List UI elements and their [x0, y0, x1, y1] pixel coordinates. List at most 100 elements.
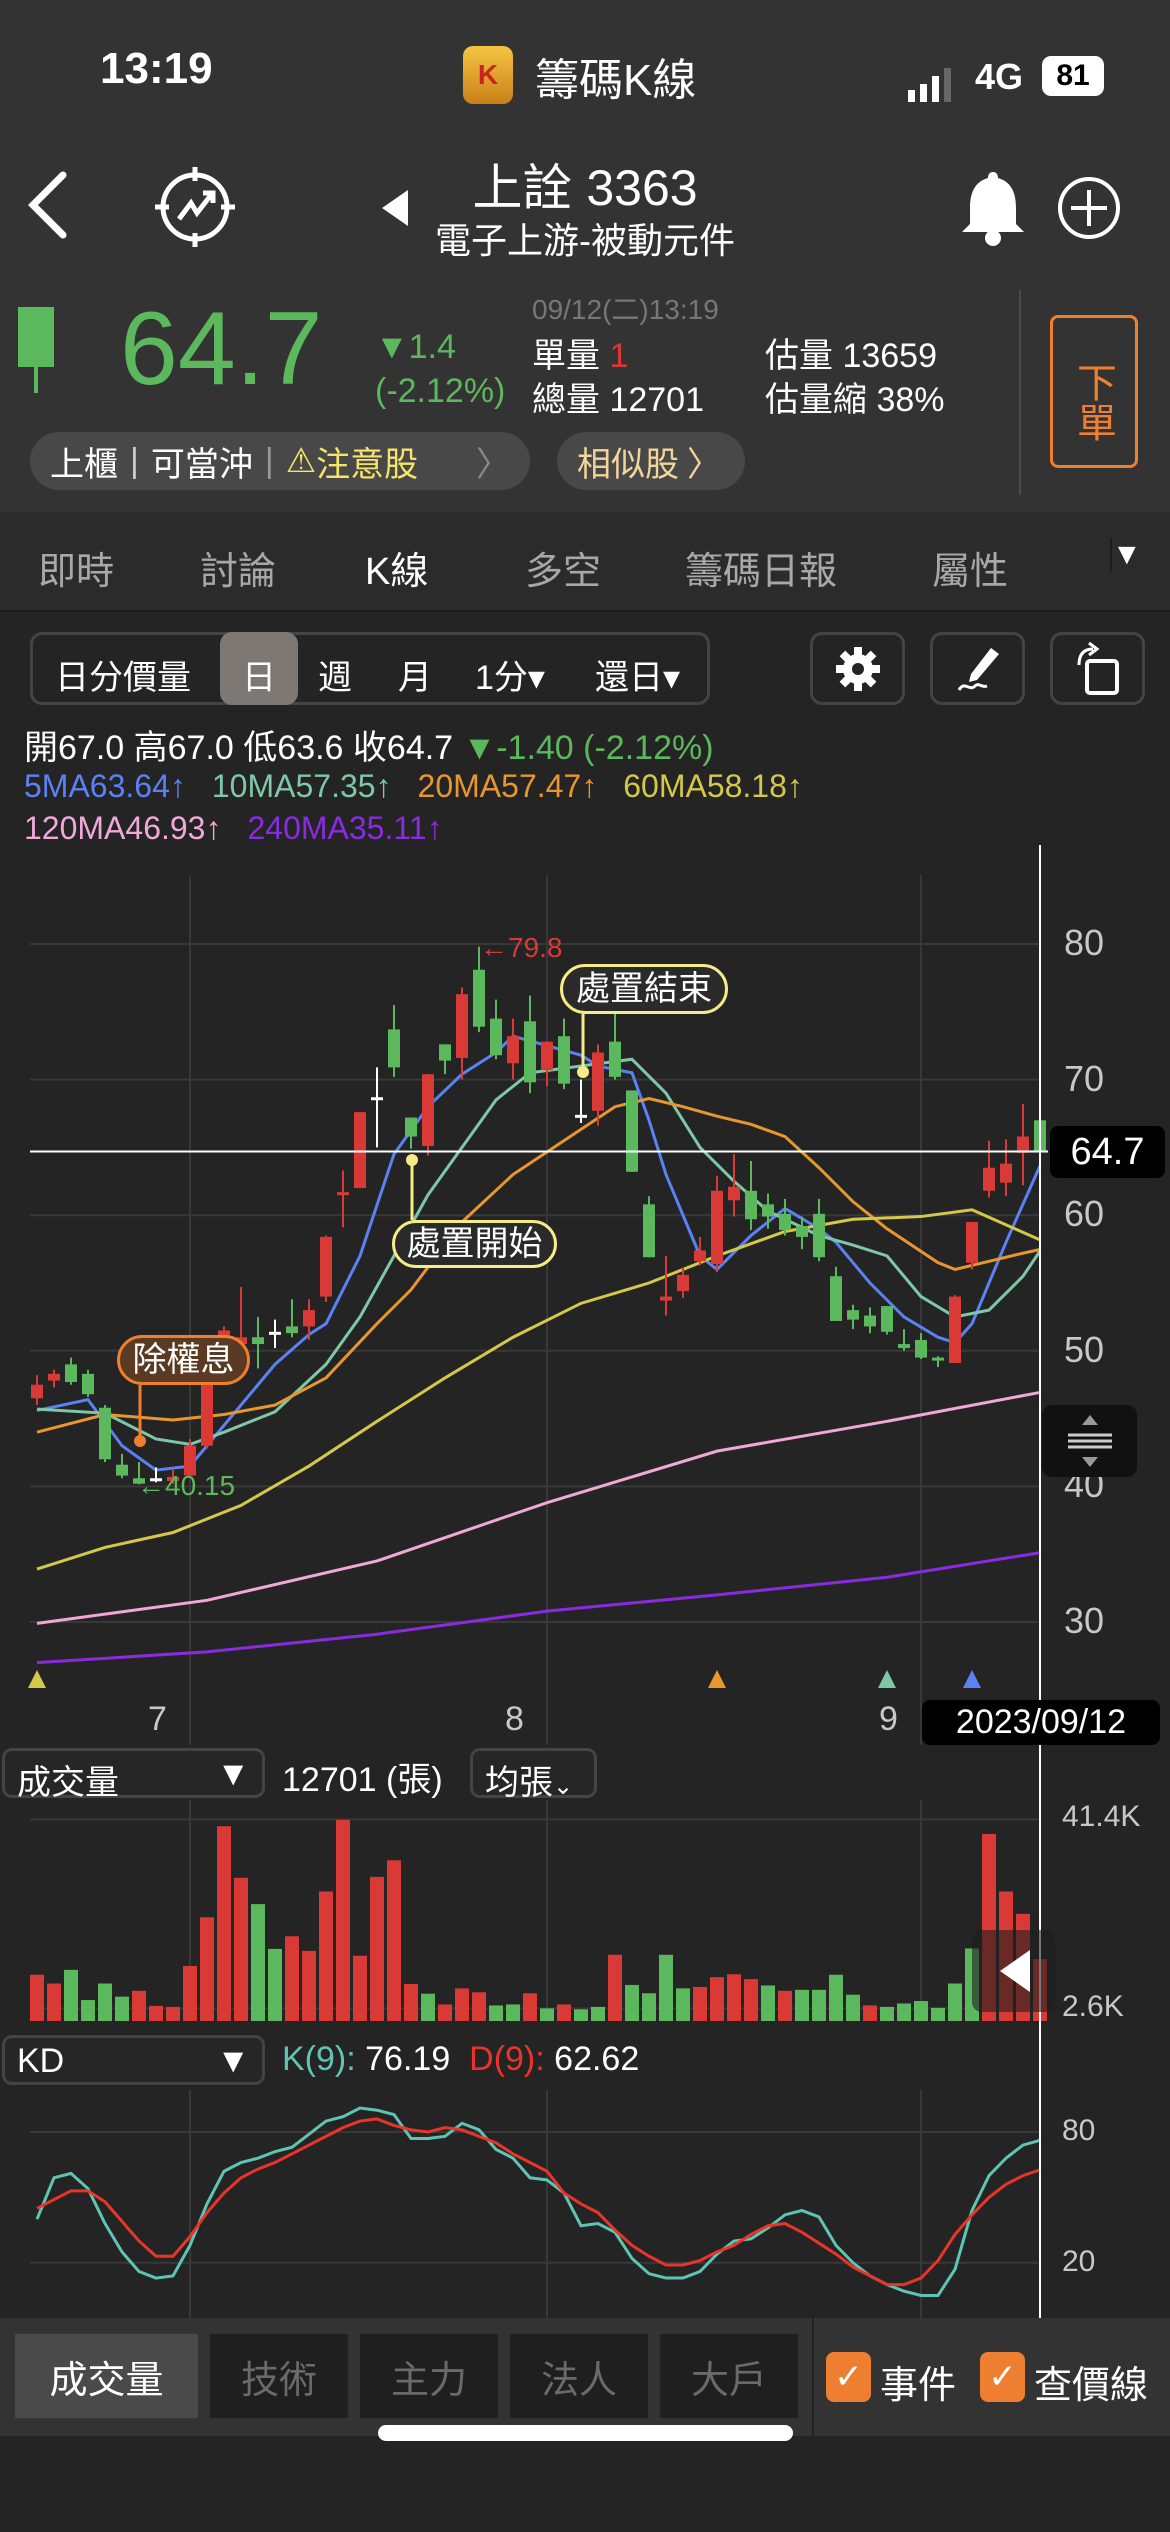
kd-select-label: KD — [17, 2042, 65, 2080]
dispose-end-event[interactable]: 處置結束 — [560, 964, 728, 1014]
kd-indicator-select[interactable]: KD ▼ — [2, 2035, 265, 2085]
scroll-latest-button[interactable] — [972, 1930, 1055, 2012]
volume-bar — [404, 1983, 418, 2021]
candle-body — [371, 1097, 383, 1101]
price-axis-tick: 50 — [1064, 1328, 1105, 1370]
candle-body — [762, 1204, 774, 1217]
volume-bar — [642, 1993, 656, 2021]
candle-body — [405, 1117, 417, 1137]
bottom-tab-major-holders[interactable]: 大戶 — [660, 2334, 798, 2418]
candle-body — [677, 1274, 689, 1292]
candle-body — [320, 1236, 332, 1297]
ma-line-240ma — [36, 1551, 1041, 1665]
check-icon: ✓ — [988, 2358, 1017, 2396]
candle-body — [864, 1315, 876, 1327]
volume-bar — [149, 2005, 163, 2021]
candle-body — [388, 1029, 400, 1068]
panel-resize-handle[interactable] — [1042, 1405, 1137, 1477]
d-value: 62.62 — [554, 2040, 640, 2078]
dispose-start-event[interactable]: 處置開始 — [392, 1220, 557, 1268]
kd-axis-80: 80 — [1062, 2114, 1096, 2147]
event-marker-icon — [878, 1670, 896, 1688]
volume-bar — [421, 1993, 435, 2021]
candle-body — [932, 1357, 944, 1361]
volume-bar — [506, 2004, 520, 2021]
volume-bar — [200, 1917, 214, 2021]
candle-body — [592, 1052, 604, 1111]
volume-bar — [846, 1994, 860, 2021]
k-value: 76.19 — [365, 2040, 451, 2078]
volume-bar — [353, 1955, 367, 2021]
volume-bar — [370, 1876, 384, 2021]
bottom-tab-main-force[interactable]: 主力 — [360, 2334, 498, 2418]
chevron-down-icon: ⌄ — [553, 1773, 574, 1800]
candle-body — [269, 1331, 281, 1335]
candle-body — [575, 1114, 587, 1118]
d-label: D(9): — [469, 2040, 545, 2078]
volume-bar — [302, 1950, 316, 2021]
candle-body — [966, 1221, 978, 1263]
volume-bar — [64, 1969, 78, 2021]
bottom-tab-technical[interactable]: 技術 — [210, 2334, 348, 2418]
candle-body — [456, 994, 468, 1058]
candle-body — [898, 1344, 910, 1349]
candle-body — [830, 1276, 842, 1321]
candle-body — [82, 1373, 94, 1395]
volume-bar — [591, 2006, 605, 2021]
annotation-dot — [406, 1154, 418, 1166]
kline-chart[interactable] — [0, 0, 1170, 2532]
triangle-left-icon — [999, 1950, 1030, 1992]
resize-arrows-icon — [1067, 1415, 1112, 1467]
volume-bar — [659, 1954, 673, 2021]
candle-body — [99, 1407, 111, 1460]
volume-bar — [523, 1993, 537, 2021]
volume-bar — [47, 1983, 61, 2021]
volume-bar — [608, 1954, 622, 2021]
annotation-dot — [577, 1066, 589, 1078]
volume-bar — [574, 2009, 588, 2021]
volume-bar — [438, 2004, 452, 2021]
candle-body — [779, 1213, 791, 1231]
volume-bar — [914, 2001, 928, 2021]
volume-bar — [489, 2005, 503, 2021]
ex-dividend-event[interactable]: 除權息 — [117, 1335, 250, 1385]
candle-body — [558, 1036, 570, 1084]
volume-bar — [897, 2003, 911, 2021]
candle-body — [473, 969, 485, 1027]
bottom-tab-institutional[interactable]: 法人 — [510, 2334, 648, 2418]
k-label: K(9): — [282, 2040, 356, 2078]
candle-body — [643, 1204, 655, 1258]
volume-bar — [693, 1986, 707, 2021]
unit-select-label: 均張 — [485, 1764, 553, 1802]
candle-body — [847, 1310, 859, 1320]
kd-values: K(9): 76.19 D(9): 62.62 — [282, 2040, 639, 2079]
volume-bar — [217, 1826, 231, 2021]
candle-body — [660, 1296, 672, 1301]
divider — [812, 2318, 814, 2436]
volume-bar — [863, 2005, 877, 2021]
bottom-tab-volume[interactable]: 成交量 — [15, 2334, 198, 2418]
candle-body — [490, 1018, 502, 1056]
candle-body — [609, 1041, 621, 1077]
price-axis-tick: 60 — [1064, 1193, 1105, 1235]
volume-bar — [98, 1983, 112, 2021]
volume-bar — [625, 1984, 639, 2021]
candle-body — [1000, 1163, 1012, 1183]
volume-bar — [455, 1988, 469, 2021]
candle-body — [949, 1296, 961, 1364]
price-axis-tick: 30 — [1064, 1600, 1105, 1641]
volume-bar — [795, 1989, 809, 2021]
price-line-checkbox[interactable]: ✓ — [980, 2352, 1025, 2402]
k-line — [35, 2106, 1041, 2297]
candle-body — [116, 1464, 128, 1476]
events-checkbox[interactable]: ✓ — [826, 2352, 871, 2402]
volume-bar — [268, 1948, 282, 2021]
volume-unit-select[interactable]: 均張⌄ — [470, 1748, 597, 1802]
ma-line-120ma — [36, 1390, 1041, 1625]
volume-select-label: 成交量 — [17, 1764, 119, 1802]
volume-indicator-select[interactable]: 成交量 ▼ — [2, 1748, 265, 1802]
current-price-tag: 64.7 — [1050, 1126, 1165, 1178]
annotation-dot — [134, 1435, 146, 1447]
kd-axis-20: 20 — [1062, 2245, 1096, 2278]
volume-bar — [829, 1974, 843, 2021]
